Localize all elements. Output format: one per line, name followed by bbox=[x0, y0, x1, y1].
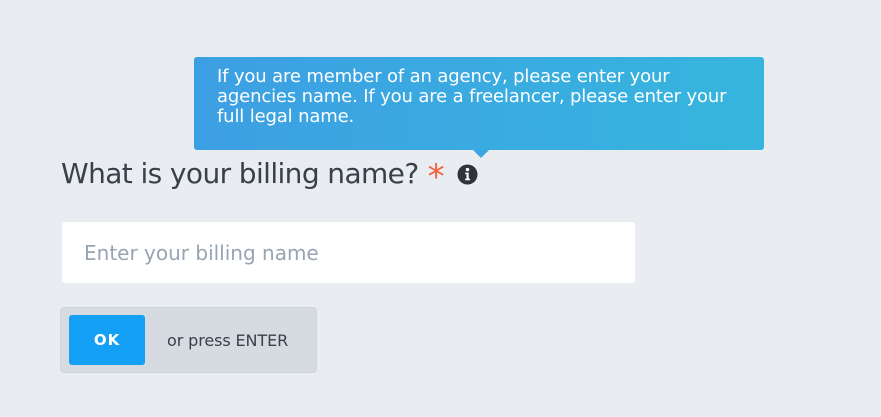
question-label: What is your billing name? bbox=[61, 157, 419, 190]
tooltip-text: If you are member of an agency, please e… bbox=[217, 66, 727, 127]
press-enter-hint: or press ENTER bbox=[167, 330, 289, 350]
ok-button[interactable]: OK bbox=[69, 315, 145, 365]
submit-group: OK or press ENTER bbox=[60, 307, 317, 373]
info-tooltip: If you are member of an agency, please e… bbox=[194, 57, 764, 158]
info-circle-icon[interactable] bbox=[457, 164, 478, 185]
required-asterisk: * bbox=[427, 157, 445, 197]
billing-name-field bbox=[62, 222, 635, 283]
billing-name-input[interactable] bbox=[62, 222, 635, 283]
question-heading: What is your billing name? * bbox=[61, 150, 478, 198]
